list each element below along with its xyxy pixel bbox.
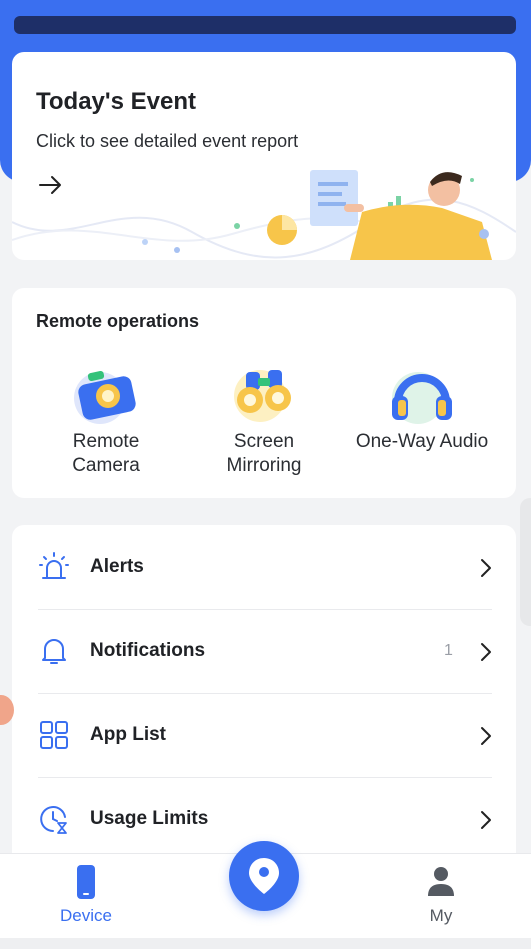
remote-operations-card: Remote operations Remote Camera Screen M…: [12, 288, 516, 498]
screen-mirroring-button[interactable]: Screen Mirroring: [184, 360, 344, 478]
gesture-bar-area: [0, 938, 531, 949]
side-panel-handle[interactable]: [520, 498, 531, 626]
screen-mirroring-label-line1: Screen: [233, 431, 295, 452]
usage-limits-label: Usage Limits: [90, 808, 209, 829]
remote-camera-label-line1: Remote: [72, 431, 140, 452]
remote-operations-title: Remote operations: [36, 311, 200, 331]
notifications-label: Notifications: [90, 640, 206, 661]
app-grid-icon: [40, 721, 68, 749]
screen-mirroring-label-line2: Mirroring: [226, 455, 302, 476]
notifications-count-badge: 1: [444, 642, 453, 659]
camera-icon: [74, 370, 136, 424]
clock-hourglass-icon: [40, 806, 67, 834]
menu-item-alerts[interactable]: Alerts: [12, 525, 516, 609]
one-way-audio-label: One-Way Audio: [355, 431, 489, 452]
event-illustration: [12, 170, 516, 260]
nav-tab-device[interactable]: Device: [31, 864, 141, 926]
event-subtitle: Click to see detailed event report: [36, 131, 299, 151]
one-way-audio-button[interactable]: One-Way Audio: [342, 360, 502, 454]
location-pin-icon: [249, 858, 279, 894]
chevron-right-icon: [481, 727, 491, 745]
phone-icon: [77, 865, 95, 899]
remote-camera-button[interactable]: Remote Camera: [26, 360, 186, 478]
status-bar: [14, 16, 516, 34]
person-icon: [428, 867, 454, 896]
chevron-right-icon: [481, 811, 491, 829]
app-list-label: App List: [90, 724, 166, 745]
menu-item-notifications[interactable]: Notifications 1: [12, 609, 516, 693]
event-title: Today's Event: [36, 88, 196, 115]
location-fab-button[interactable]: [229, 841, 299, 911]
headphones-icon: [392, 372, 452, 424]
menu-item-app-list[interactable]: App List: [12, 693, 516, 777]
nav-device-label: Device: [60, 906, 112, 925]
remote-camera-label-line2: Camera: [72, 455, 140, 476]
binoculars-icon: [234, 370, 291, 422]
alarm-light-icon: [39, 552, 69, 579]
chevron-right-icon: [481, 559, 491, 577]
todays-event-card[interactable]: Today's Event Click to see detailed even…: [12, 52, 516, 260]
menu-list-card: Alerts Notifications 1 App List Usage Li…: [12, 525, 516, 865]
chevron-right-icon: [481, 643, 491, 661]
alerts-label: Alerts: [90, 556, 144, 577]
bell-icon: [42, 639, 66, 664]
nav-my-label: My: [429, 906, 453, 925]
nav-tab-my[interactable]: My: [386, 864, 496, 926]
